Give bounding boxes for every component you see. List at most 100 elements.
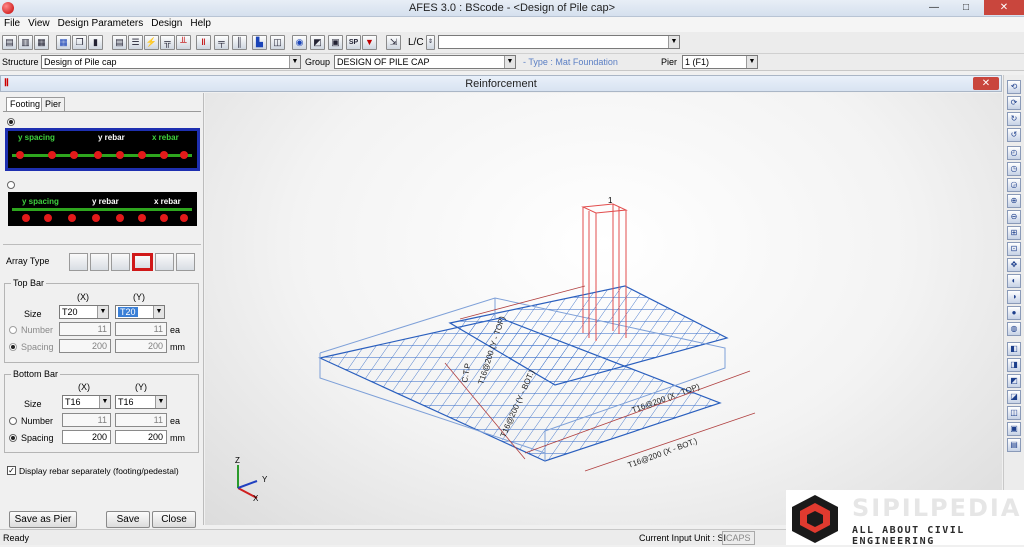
document-icon[interactable]: ▣ xyxy=(328,35,343,50)
sp-button[interactable]: SP xyxy=(346,35,361,50)
save-icon[interactable]: ▦ xyxy=(34,35,49,50)
menu-view[interactable]: View xyxy=(24,17,54,30)
array-type-button-4-selected[interactable] xyxy=(132,253,153,271)
array-type-button-6[interactable] xyxy=(176,253,195,271)
rotate-y-icon[interactable]: ⟳ xyxy=(1007,96,1021,110)
bottom-bar-spacing-radio[interactable] xyxy=(9,434,17,442)
view-toolbar: ⟲ ⟳ ↻ ↺ ◴ ◷ ◶ ⊕ ⊖ ⊞ ⊡ ✥ ◐ ◑ ● ◍ ◧ ◨ ◩ ◪ … xyxy=(1003,75,1024,525)
tab-footing[interactable]: Footing xyxy=(6,97,45,111)
bottom-bar-size-label: Size xyxy=(24,399,42,409)
top-bar-size-x-select[interactable]: T20 ▼ xyxy=(59,305,109,319)
view-top-icon[interactable]: ▣ xyxy=(1007,422,1021,436)
array-type-button-1[interactable] xyxy=(69,253,88,271)
rotate-x-icon[interactable]: ⟲ xyxy=(1007,80,1021,94)
orbit-reverse-icon[interactable]: ◷ xyxy=(1007,162,1021,176)
table-icon[interactable]: ▤ xyxy=(112,35,127,50)
array-type-button-2[interactable] xyxy=(90,253,109,271)
print-icon[interactable]: ▥ xyxy=(18,35,33,50)
orbit-icon[interactable]: ◴ xyxy=(1007,146,1021,160)
shade-icon[interactable]: ◐ xyxy=(1007,274,1021,288)
bottom-bar-number-y-field[interactable]: 11 xyxy=(115,413,167,427)
group-select[interactable]: DESIGN OF PILE CAP ▼ xyxy=(334,55,516,69)
top-bar-spacing-x-field[interactable]: 200 xyxy=(59,339,111,353)
dialog-close-button[interactable]: ✕ xyxy=(973,77,999,90)
zoom-fit-icon[interactable]: ⊡ xyxy=(1007,242,1021,256)
down-arrow-icon[interactable]: ▼ xyxy=(362,35,377,50)
target-icon[interactable]: ◉ xyxy=(292,35,307,50)
rotate-z-icon[interactable]: ↻ xyxy=(1007,112,1021,126)
bottom-bar-spacing-y-field[interactable]: 200 xyxy=(115,430,167,444)
copy-icon[interactable]: ❐ xyxy=(72,35,87,50)
top-bar-spacing-y-field[interactable]: 200 xyxy=(115,339,167,353)
array-type-button-5[interactable] xyxy=(155,253,174,271)
zoom-window-icon[interactable]: ⊞ xyxy=(1007,226,1021,240)
lc-select[interactable]: ▼ xyxy=(438,35,680,49)
main-toolbar: ▤ ▥ ▦ ▦ ❐ ▮ ▤ ☰ ⚡ ╦ ╨ Ⅱ ╤ ║ ▙ ◫ ◉ ◩ ▣ SP… xyxy=(0,32,1024,54)
menu-file[interactable]: File xyxy=(0,17,24,30)
view-left-icon[interactable]: ◪ xyxy=(1007,390,1021,404)
bottom-bar-spacing-x-field[interactable]: 200 xyxy=(62,430,111,444)
display-separately-checkbox[interactable]: ✓ xyxy=(7,466,16,475)
view-front-icon[interactable]: ◨ xyxy=(1007,358,1021,372)
close-window-button[interactable]: ✕ xyxy=(984,0,1024,15)
list-icon[interactable]: ☰ xyxy=(128,35,143,50)
bottom-bar-number-x-field[interactable]: 11 xyxy=(62,413,111,427)
view-back-icon[interactable]: ◩ xyxy=(1007,374,1021,388)
menu-design-parameters[interactable]: Design Parameters xyxy=(54,17,148,30)
rotate-reverse-icon[interactable]: ↺ xyxy=(1007,128,1021,142)
delete-icon[interactable]: ▮ xyxy=(88,35,103,50)
layout-option-1-frame[interactable]: y spacing y rebar x rebar xyxy=(5,128,200,171)
structure-select[interactable]: Design of Pile cap ▼ xyxy=(41,55,301,69)
group-label: Group xyxy=(305,57,331,67)
view-iso-icon[interactable]: ◧ xyxy=(1007,342,1021,356)
beam-icon[interactable]: ╤ xyxy=(214,35,229,50)
rebar-layout-diagram-2[interactable]: y spacing y rebar x rebar xyxy=(8,192,197,226)
top-bar-number-radio[interactable] xyxy=(9,326,17,334)
pile-icon[interactable]: ╨ xyxy=(176,35,191,50)
bottom-bar-size-x-select[interactable]: T16 ▼ xyxy=(62,395,111,409)
rebar-layout-diagram-1: y spacing y rebar x rebar xyxy=(8,131,197,168)
tab-pier[interactable]: Pier xyxy=(41,97,66,111)
foundation-icon[interactable]: ▙ xyxy=(252,35,267,50)
array-type-button-3[interactable] xyxy=(111,253,130,271)
shade-alt-icon[interactable]: ◑ xyxy=(1007,290,1021,304)
section-icon[interactable]: Ⅱ xyxy=(196,35,211,50)
pier-select[interactable]: 1 (F1) ▼ xyxy=(682,55,758,69)
frame-icon[interactable]: ╦ xyxy=(160,35,175,50)
bottom-bar-y-header: (Y) xyxy=(135,382,147,392)
layout-option-1-radio[interactable] xyxy=(7,118,15,126)
footing-icon[interactable]: ◫ xyxy=(270,35,285,50)
top-bar-size-y-select[interactable]: T20 ▼ xyxy=(115,305,165,319)
maximize-button[interactable]: □ xyxy=(952,0,980,15)
minimize-button[interactable]: — xyxy=(920,0,948,15)
zoom-in-icon[interactable]: ⊕ xyxy=(1007,194,1021,208)
orbit-up-icon[interactable]: ◶ xyxy=(1007,178,1021,192)
close-button[interactable]: Close xyxy=(152,511,196,528)
grid-icon[interactable]: ▦ xyxy=(56,35,71,50)
view-bottom-icon[interactable]: ▤ xyxy=(1007,438,1021,452)
import-icon[interactable]: ⇲ xyxy=(386,35,401,50)
view-right-icon[interactable]: ◫ xyxy=(1007,406,1021,420)
top-bar-spacing-radio[interactable] xyxy=(9,343,17,351)
bar-icon[interactable]: ║ xyxy=(232,35,247,50)
open-icon[interactable]: ▤ xyxy=(2,35,17,50)
zoom-out-icon[interactable]: ⊖ xyxy=(1007,210,1021,224)
bottom-bar-size-y-select[interactable]: T16 ▼ xyxy=(115,395,167,409)
layout-option-2-radio[interactable] xyxy=(7,181,15,189)
wireframe-icon[interactable]: ◍ xyxy=(1007,322,1021,336)
chevron-down-icon: ▼ xyxy=(97,306,108,318)
report-icon[interactable]: ◩ xyxy=(310,35,325,50)
bottom-bar-number-radio[interactable] xyxy=(9,417,17,425)
menu-design[interactable]: Design xyxy=(147,17,186,30)
lc-spinner[interactable]: ⇕ xyxy=(426,35,435,50)
load-icon[interactable]: ⚡ xyxy=(144,35,159,50)
save-as-pier-button[interactable]: Save as Pier xyxy=(9,511,77,528)
top-bar-number-x-field[interactable]: 11 xyxy=(59,322,111,336)
pan-icon[interactable]: ✥ xyxy=(1007,258,1021,272)
menu-help[interactable]: Help xyxy=(186,17,215,30)
render-icon[interactable]: ● xyxy=(1007,306,1021,320)
save-button[interactable]: Save xyxy=(106,511,150,528)
x-rebar-label: x rebar xyxy=(152,133,179,142)
3d-viewport[interactable]: 1 T16@200 (Y - TOP) T16@200 (Y - BOT.) C… xyxy=(205,93,1002,525)
top-bar-number-y-field[interactable]: 11 xyxy=(115,322,167,336)
